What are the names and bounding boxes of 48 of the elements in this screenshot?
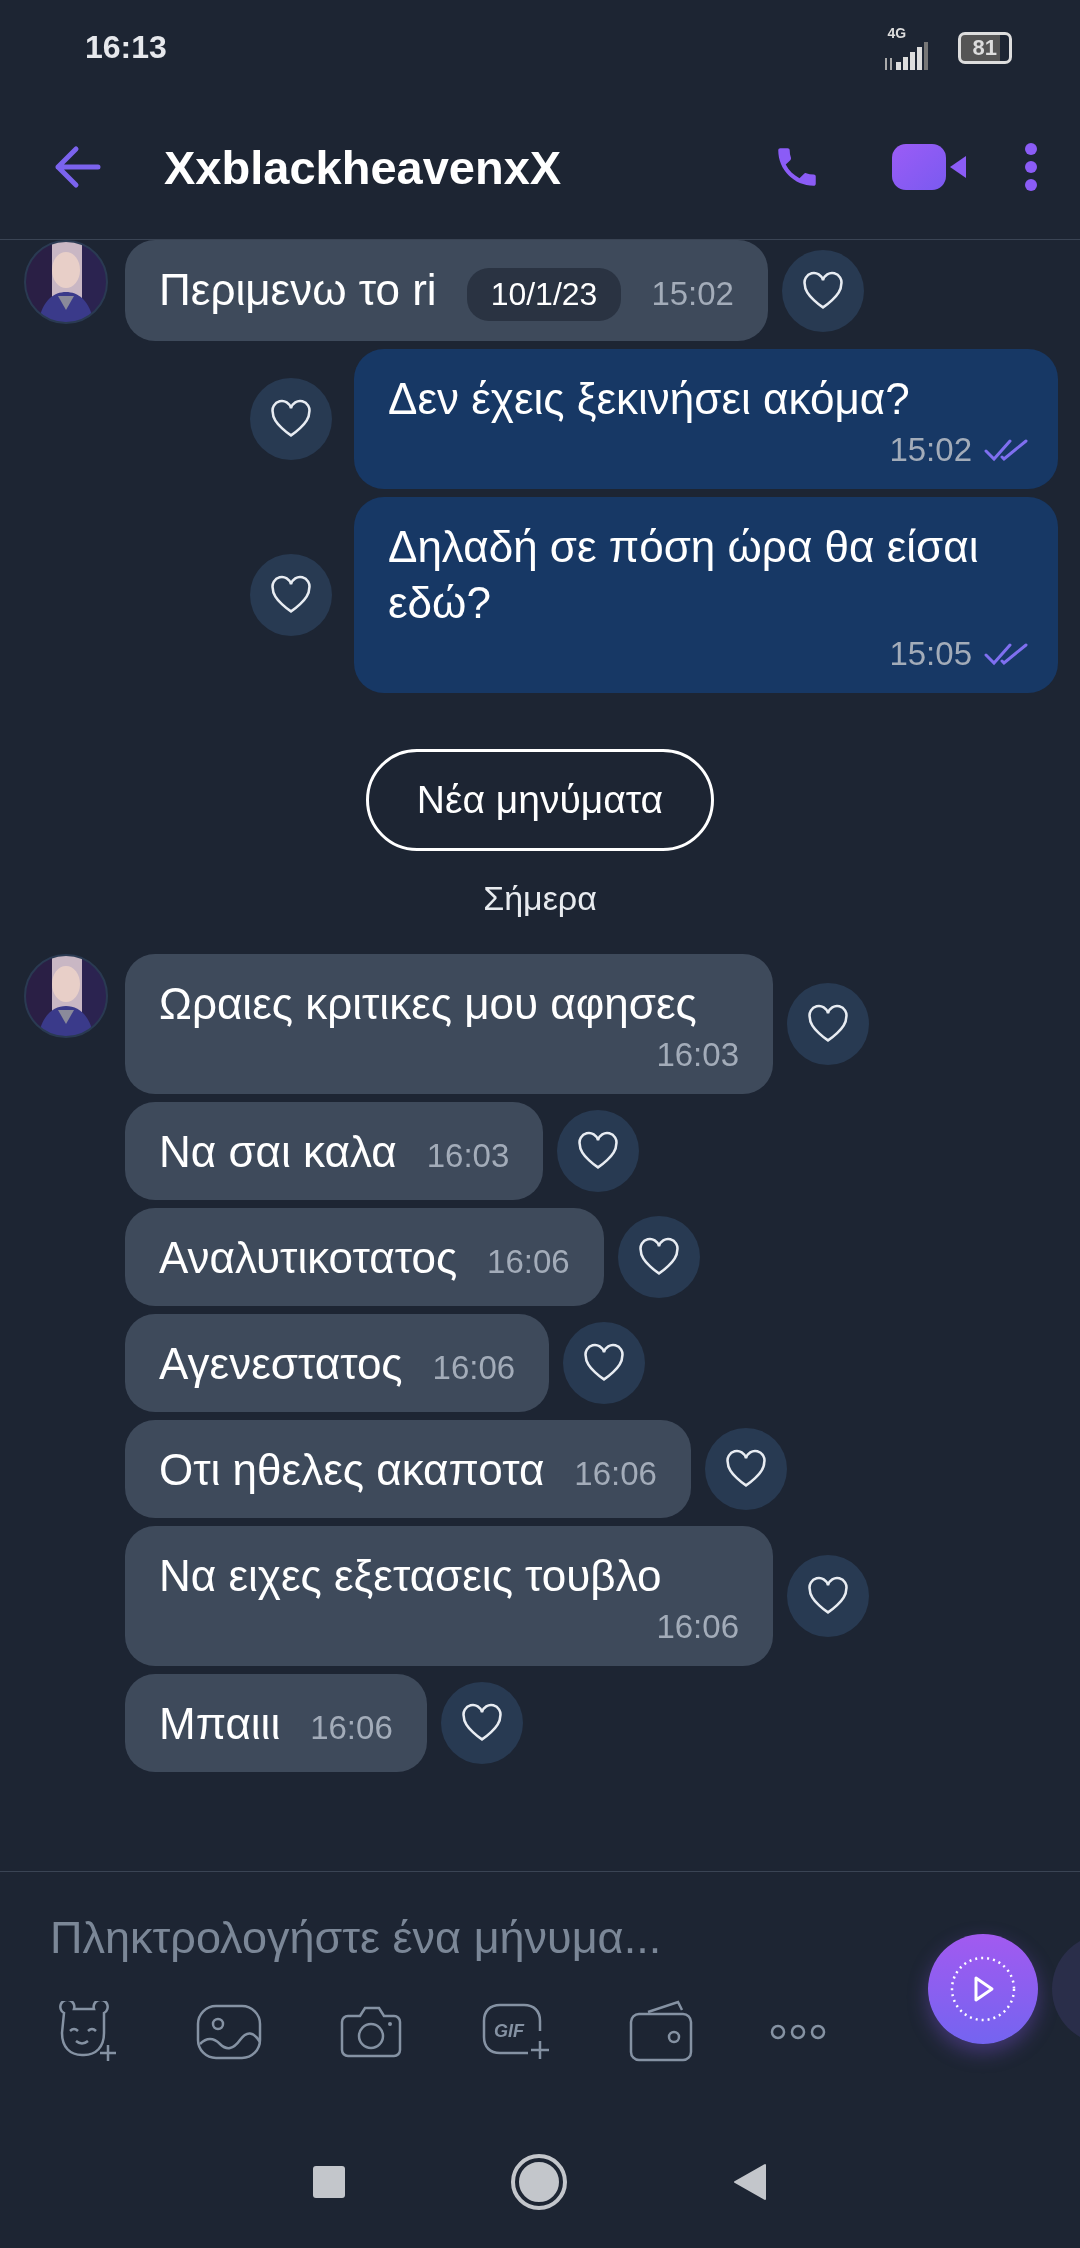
- message-text: Δεν έχεις ξεκινήσει ακόμα?: [388, 373, 910, 425]
- message-text: Δηλαδή σε πόση ώρα θα είσαι εδώ?: [388, 521, 980, 629]
- network-label: 4G: [887, 25, 907, 41]
- play-icon: [948, 1954, 1018, 2024]
- heart-icon: [806, 1576, 850, 1616]
- heart-icon: [269, 399, 313, 439]
- signal-icon: [883, 41, 928, 70]
- message-time: 16:06: [656, 1608, 739, 1646]
- message-time: 16:03: [656, 1036, 739, 1074]
- more-options-icon[interactable]: [1024, 142, 1038, 192]
- message-text: Αγενεστατος: [159, 1338, 403, 1390]
- wallet-icon[interactable]: [628, 2000, 694, 2064]
- video-camera-icon[interactable]: [892, 142, 966, 192]
- message-time: 15:02: [889, 431, 972, 469]
- heart-icon: [806, 1004, 850, 1044]
- day-label: Σήμερα: [483, 879, 597, 918]
- heart-icon: [801, 270, 845, 311]
- message-text: Οτι ηθελες ακαποτα: [159, 1444, 545, 1496]
- date-chip: 10/1/23: [466, 268, 622, 321]
- message-time: 15:02: [651, 275, 734, 313]
- message-time: 16:06: [310, 1709, 393, 1747]
- heart-icon: [723, 1449, 768, 1489]
- message-time: 15:05: [889, 635, 972, 673]
- home-button[interactable]: [515, 2158, 563, 2206]
- message-text: Περιμενω το ri: [159, 264, 437, 316]
- message-text: Να ειχες εξετασεις τουβλο: [159, 1550, 662, 1602]
- status-time: 16:13: [85, 29, 167, 66]
- heart-icon: [582, 1343, 627, 1383]
- heart-icon: [576, 1131, 621, 1171]
- contact-name: XxblackheavenxX: [164, 139, 563, 195]
- heart-icon: [636, 1237, 681, 1277]
- message-text: Να σαι καλα: [159, 1126, 397, 1178]
- voice-message-button[interactable]: [928, 1934, 1038, 2044]
- battery-indicator: 81: [957, 31, 1012, 64]
- new-messages-button[interactable]: Νέα μηνύματα: [365, 749, 715, 851]
- message-time: 16:06: [432, 1349, 516, 1387]
- message-time: 16:06: [487, 1243, 570, 1281]
- message-time: 16:06: [574, 1455, 657, 1493]
- message-text: Ωραιες κριτικες μου αφησες: [159, 978, 697, 1030]
- back-icon[interactable]: [733, 2163, 767, 2201]
- heart-icon: [459, 1703, 504, 1743]
- message-text: Μπαιιι: [159, 1698, 281, 1750]
- more-icon[interactable]: [770, 2024, 826, 2040]
- gallery-icon[interactable]: [196, 2002, 262, 2062]
- message-time: 16:03: [426, 1137, 510, 1175]
- message-input[interactable]: Πληκτρολογήστε ένα μήνυμα...: [50, 1908, 870, 1968]
- heart-icon: [269, 575, 313, 615]
- message-text: Αναλυτικοτατος: [159, 1232, 458, 1284]
